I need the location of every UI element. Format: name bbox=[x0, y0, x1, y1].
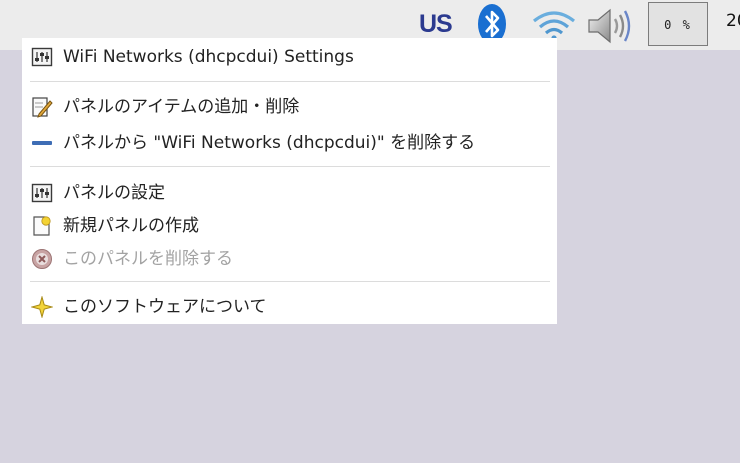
keyboard-layout-indicator[interactable]: US bbox=[419, 9, 457, 39]
menu-item-create-new-panel[interactable]: 新規パネルの作成 bbox=[22, 211, 557, 241]
menu-item-about[interactable]: このソフトウェアについて bbox=[22, 292, 557, 322]
menu-item-label: パネルのアイテムの追加・削除 bbox=[63, 97, 300, 117]
menu-item-remove-from-panel[interactable]: パネルから "WiFi Networks (dhcpcdui)" を削除する bbox=[22, 128, 557, 158]
volume-icon[interactable] bbox=[586, 6, 640, 46]
menu-item-label: このソフトウェアについて bbox=[63, 297, 267, 317]
delete-icon bbox=[32, 249, 52, 269]
cpu-usage-monitor[interactable]: 0 % bbox=[648, 2, 708, 46]
menu-item-plugin-settings[interactable]: WiFi Networks (dhcpcdui) Settings bbox=[22, 42, 557, 72]
settings-icon bbox=[31, 47, 53, 67]
wifi-icon[interactable] bbox=[530, 9, 578, 41]
menu-item-delete-panel: このパネルを削除する bbox=[22, 244, 557, 274]
clock[interactable]: 20 bbox=[726, 11, 740, 31]
menu-item-add-remove-items[interactable]: パネルのアイテムの追加・削除 bbox=[22, 92, 557, 122]
menu-item-label: このパネルを削除する bbox=[63, 249, 233, 269]
menu-item-label: WiFi Networks (dhcpcdui) Settings bbox=[63, 47, 354, 67]
menu-item-label: パネルの設定 bbox=[63, 183, 165, 203]
edit-icon bbox=[32, 97, 53, 118]
remove-icon bbox=[32, 141, 52, 145]
settings-icon bbox=[31, 183, 53, 203]
menu-separator bbox=[30, 281, 550, 282]
menu-item-label: パネルから "WiFi Networks (dhcpcdui)" を削除する bbox=[63, 133, 476, 153]
menu-item-label: 新規パネルの作成 bbox=[63, 216, 199, 236]
menu-separator bbox=[30, 166, 550, 167]
menu-item-panel-settings[interactable]: パネルの設定 bbox=[22, 178, 557, 208]
menu-separator bbox=[30, 81, 550, 82]
about-star-icon bbox=[31, 296, 53, 318]
new-document-icon bbox=[33, 216, 51, 236]
panel-context-menu: WiFi Networks (dhcpcdui) Settings パネルのアイ… bbox=[22, 38, 557, 324]
